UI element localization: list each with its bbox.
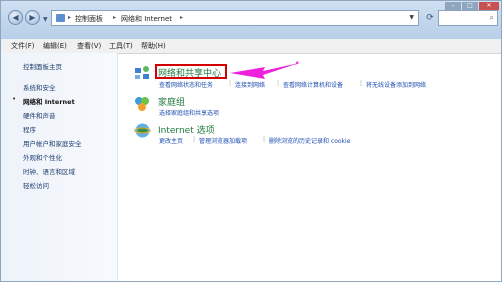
refresh-icon[interactable]: ⟳ — [423, 10, 437, 26]
connect-to-network-link[interactable]: 连接到网络 — [235, 80, 265, 89]
back-button[interactable]: ◀ — [8, 10, 23, 25]
minimize-icon[interactable]: – — [445, 2, 461, 10]
homegroup-sharing-options-link[interactable]: 选择家庭组和共享选项 — [159, 108, 219, 117]
sidebar-item-appearance[interactable]: 外观和个性化 — [23, 152, 62, 162]
breadcrumb-network-internet[interactable]: 网络和 Internet — [121, 14, 172, 24]
menu-tools[interactable]: 工具(T) — [109, 41, 133, 51]
current-page-bullet-icon: • — [12, 95, 17, 103]
menu-bar: 文件(F) 编辑(E) 查看(V) 工具(T) 帮助(H) — [1, 39, 501, 54]
close-icon[interactable]: ✕ — [479, 2, 499, 10]
sidebar-item-user-accounts[interactable]: 用户帐户和家庭安全 — [23, 138, 82, 148]
breadcrumb-control-panel[interactable]: 控制面板 — [75, 14, 103, 24]
link-separator: | — [193, 136, 196, 143]
forward-arrow-icon: ▶ — [29, 13, 36, 22]
sidebar: 控制面板主页 系统和安全 • 网络和 Internet 硬件和声音 程序 用户帐… — [1, 53, 118, 281]
sidebar-item-clock-region[interactable]: 时钟、语言和区域 — [23, 166, 75, 176]
control-panel-window: ◀ ▶ ▼ ▸ 控制面板 ▸ 网络和 Internet ▸ ▼ ⟳ ⌕ – □ ✕ … — [0, 0, 502, 282]
sidebar-item-programs[interactable]: 程序 — [23, 124, 36, 134]
link-separator: | — [229, 80, 232, 87]
breadcrumb-chevron-icon[interactable]: ▸ — [180, 14, 183, 21]
sidebar-item-network-internet: 网络和 Internet — [23, 98, 75, 106]
maximize-icon[interactable]: □ — [462, 2, 478, 10]
address-dropdown-icon[interactable]: ▼ — [409, 14, 414, 21]
internet-options-link[interactable]: Internet 选项 — [158, 123, 215, 136]
internet-options-icon — [134, 122, 151, 139]
forward-button[interactable]: ▶ — [25, 10, 40, 25]
sidebar-item-hardware-sound[interactable]: 硬件和声音 — [23, 110, 56, 120]
view-network-computers-link[interactable]: 查看网络计算机和设备 — [283, 80, 343, 89]
menu-help[interactable]: 帮助(H) — [141, 41, 166, 51]
back-arrow-icon: ◀ — [12, 13, 19, 22]
address-toolbar: ◀ ▶ ▼ ▸ 控制面板 ▸ 网络和 Internet ▸ ▼ ⟳ ⌕ – □ ✕ — [1, 1, 501, 40]
menu-view[interactable]: 查看(V) — [77, 41, 101, 51]
control-panel-folder-icon — [56, 14, 65, 22]
search-input[interactable]: ⌕ — [438, 10, 498, 26]
sidebar-item-system-security[interactable]: 系统和安全 — [23, 82, 56, 92]
recent-pages-chevron-icon[interactable]: ▼ — [43, 16, 48, 23]
link-separator: | — [263, 136, 266, 143]
change-home-page-link[interactable]: 更改主页 — [159, 136, 183, 145]
address-bar[interactable]: ▸ 控制面板 ▸ 网络和 Internet ▸ ▼ — [51, 10, 419, 26]
delete-history-link[interactable]: 删除浏览的历史记录和 cookie — [269, 136, 350, 145]
search-icon: ⌕ — [489, 13, 494, 22]
window-controls: – □ ✕ — [444, 1, 499, 10]
menu-file[interactable]: 文件(F) — [11, 41, 35, 51]
sidebar-item-home[interactable]: 控制面板主页 — [23, 61, 62, 71]
add-wireless-device-link[interactable]: 将无线设备添加到网络 — [366, 80, 426, 89]
highlight-box — [155, 64, 227, 79]
menu-edit[interactable]: 编辑(E) — [43, 41, 67, 51]
homegroup-icon — [134, 95, 151, 112]
network-sharing-center-icon — [134, 65, 151, 82]
manage-addons-link[interactable]: 管理浏览器加载项 — [199, 136, 247, 145]
sidebar-item-ease-of-access[interactable]: 轻松访问 — [23, 180, 49, 190]
link-separator: | — [360, 80, 363, 87]
breadcrumb-chevron-icon[interactable]: ▸ — [68, 14, 71, 21]
view-network-status-link[interactable]: 查看网络状态和任务 — [159, 80, 213, 89]
homegroup-link[interactable]: 家庭组 — [158, 95, 185, 108]
breadcrumb-chevron-icon[interactable]: ▸ — [113, 14, 116, 21]
link-separator: | — [277, 80, 280, 87]
